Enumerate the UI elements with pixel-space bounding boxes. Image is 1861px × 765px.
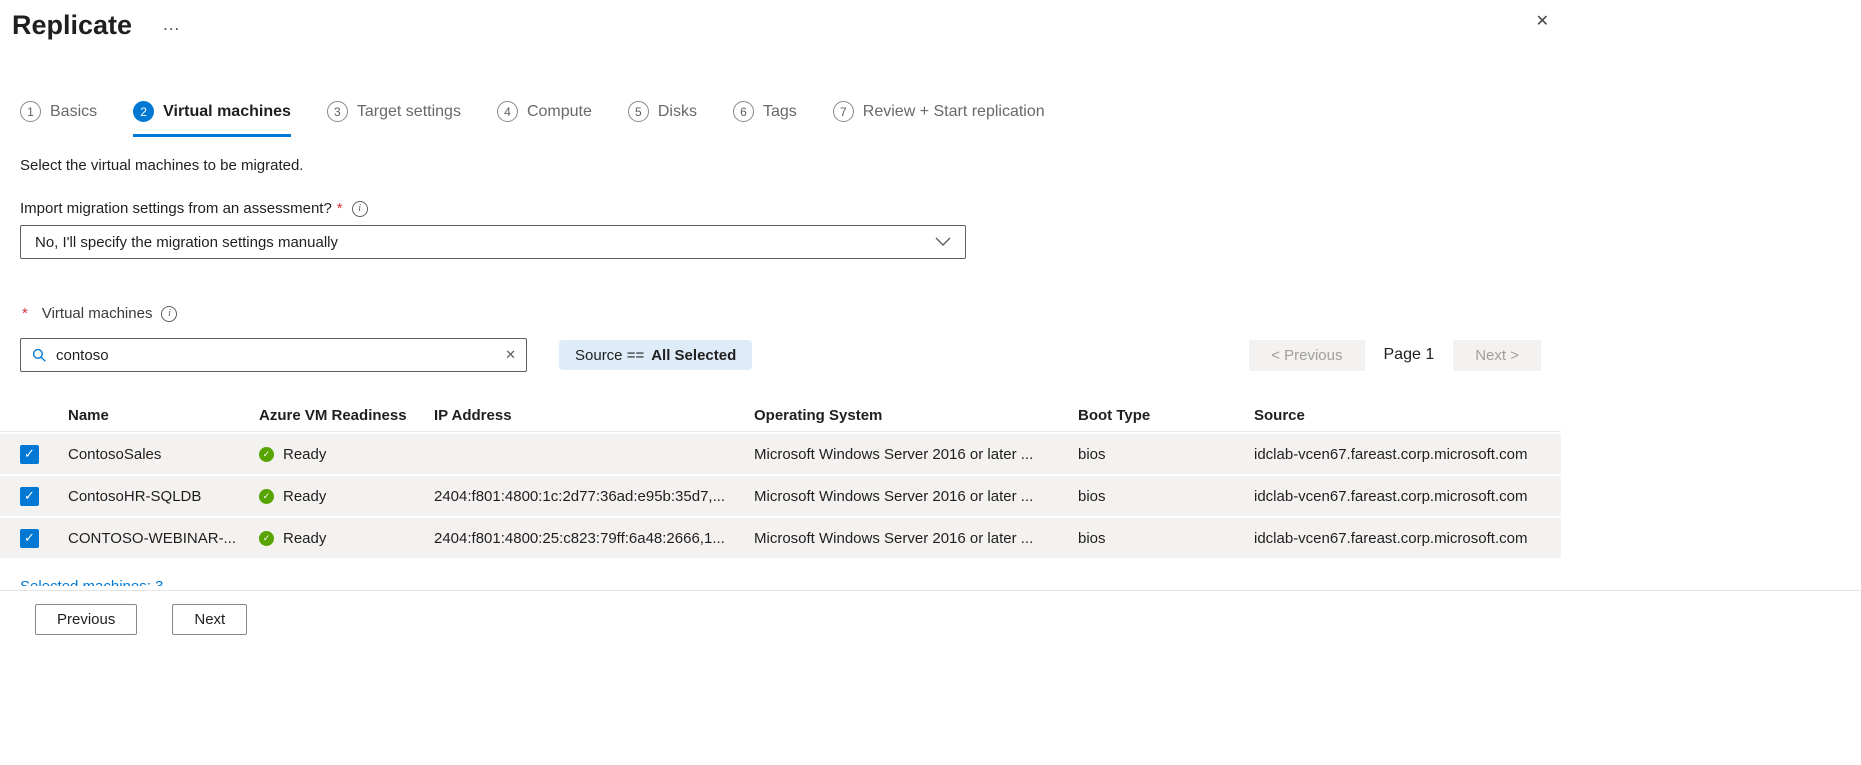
vm-name: ContosoSales [68, 446, 259, 463]
intro-text: Select the virtual machines to be migrat… [20, 157, 1561, 174]
assessment-dropdown-value: No, I'll specify the migration settings … [35, 234, 338, 251]
vm-name: CONTOSO-WEBINAR-... [68, 530, 259, 547]
blade-header: Replicate … ✕ [0, 10, 1561, 41]
assessment-label-text: Import migration settings from an assess… [20, 200, 332, 217]
ready-status-icon [259, 531, 274, 546]
step-label: Disks [658, 103, 697, 121]
next-page-button[interactable]: Next > [1453, 340, 1541, 371]
step-basics[interactable]: 1 Basics [20, 101, 97, 137]
footer-divider [0, 590, 1861, 591]
operating-system: Microsoft Windows Server 2016 or later .… [754, 446, 1078, 463]
required-asterisk: * [22, 305, 28, 322]
step-label: Target settings [357, 103, 461, 121]
step-label: Review + Start replication [863, 103, 1045, 121]
table-header: Name Azure VM Readiness IP Address Opera… [0, 400, 1561, 432]
source-host: idclab-vcen67.fareast.corp.microsoft.com [1254, 446, 1561, 463]
vm-name: ContosoHR-SQLDB [68, 488, 259, 505]
wizard-footer: Previous Next [35, 604, 1861, 635]
replicate-blade: Replicate … ✕ 1 Basics 2 Virtual machine… [0, 0, 1561, 586]
next-button[interactable]: Next [172, 604, 247, 635]
operating-system: Microsoft Windows Server 2016 or later .… [754, 488, 1078, 505]
column-header-name: Name [68, 407, 259, 424]
column-header-readiness: Azure VM Readiness [259, 407, 434, 424]
step-label: Compute [527, 103, 592, 121]
filter-value: All Selected [651, 347, 736, 364]
step-review-start-replication[interactable]: 7 Review + Start replication [833, 101, 1045, 137]
source-host: idclab-vcen67.fareast.corp.microsoft.com [1254, 488, 1561, 505]
readiness-text: Ready [283, 530, 326, 547]
step-number: 5 [628, 101, 649, 122]
close-icon[interactable]: ✕ [1532, 10, 1553, 34]
table-row[interactable]: ContosoHR-SQLDB Ready 2404:f801:4800:1c:… [0, 476, 1561, 516]
page-indicator: Page 1 [1380, 346, 1439, 364]
pagination: < Previous Page 1 Next > [1249, 340, 1541, 371]
selected-machines-link[interactable]: Selected machines: 3 [20, 578, 240, 586]
vm-label-text: Virtual machines [42, 305, 153, 322]
assessment-field-label: Import migration settings from an assess… [20, 200, 1561, 217]
step-label: Virtual machines [163, 103, 291, 121]
column-header-ip: IP Address [434, 407, 754, 424]
previous-button[interactable]: Previous [35, 604, 137, 635]
column-header-os: Operating System [754, 407, 1078, 424]
boot-type: bios [1078, 446, 1254, 463]
ip-address: 2404:f801:4800:25:c823:79ff:6a48:2666,1.… [434, 530, 754, 547]
row-checkbox-checked[interactable] [20, 487, 39, 506]
previous-page-button[interactable]: < Previous [1249, 340, 1364, 371]
column-header-source: Source [1254, 407, 1561, 424]
step-label: Tags [763, 103, 797, 121]
source-host: idclab-vcen67.fareast.corp.microsoft.com [1254, 530, 1561, 547]
readiness-text: Ready [283, 488, 326, 505]
filter-prefix: Source == [575, 347, 644, 364]
ready-status-icon [259, 489, 274, 504]
search-icon [32, 348, 47, 363]
vm-table: Name Azure VM Readiness IP Address Opera… [0, 400, 1561, 558]
table-row[interactable]: ContosoSales Ready Microsoft Windows Ser… [0, 434, 1561, 474]
vm-section-label: * Virtual machines i [22, 305, 1561, 322]
step-target-settings[interactable]: 3 Target settings [327, 101, 461, 137]
page-title: Replicate [12, 10, 132, 41]
step-label: Basics [50, 103, 97, 121]
step-number: 7 [833, 101, 854, 122]
step-virtual-machines[interactable]: 2 Virtual machines [133, 101, 291, 137]
search-input[interactable] [56, 347, 501, 364]
info-icon[interactable]: i [161, 306, 177, 322]
operating-system: Microsoft Windows Server 2016 or later .… [754, 530, 1078, 547]
step-number: 4 [497, 101, 518, 122]
more-options-icon[interactable]: … [162, 14, 181, 35]
source-filter-pill[interactable]: Source == All Selected [559, 340, 752, 370]
step-disks[interactable]: 5 Disks [628, 101, 697, 137]
grid-controls: ✕ Source == All Selected < Previous Page… [20, 338, 1541, 372]
boot-type: bios [1078, 488, 1254, 505]
info-icon[interactable]: i [352, 201, 368, 217]
column-header-boot-type: Boot Type [1078, 407, 1254, 424]
wizard-steps: 1 Basics 2 Virtual machines 3 Target set… [20, 101, 1561, 137]
clear-search-icon[interactable]: ✕ [501, 345, 520, 365]
ready-status-icon [259, 447, 274, 462]
required-asterisk: * [337, 200, 343, 217]
step-tags[interactable]: 6 Tags [733, 101, 797, 137]
assessment-dropdown[interactable]: No, I'll specify the migration settings … [20, 225, 966, 259]
readiness-text: Ready [283, 446, 326, 463]
table-row[interactable]: CONTOSO-WEBINAR-... Ready 2404:f801:4800… [0, 518, 1561, 558]
step-compute[interactable]: 4 Compute [497, 101, 592, 137]
row-checkbox-checked[interactable] [20, 445, 39, 464]
row-checkbox-checked[interactable] [20, 529, 39, 548]
chevron-down-icon [935, 237, 951, 247]
step-number: 6 [733, 101, 754, 122]
boot-type: bios [1078, 530, 1254, 547]
step-number: 1 [20, 101, 41, 122]
step-number: 2 [133, 101, 154, 122]
ip-address: 2404:f801:4800:1c:2d77:36ad:e95b:35d7,..… [434, 488, 754, 505]
step-number: 3 [327, 101, 348, 122]
vm-search-box[interactable]: ✕ [20, 338, 527, 372]
